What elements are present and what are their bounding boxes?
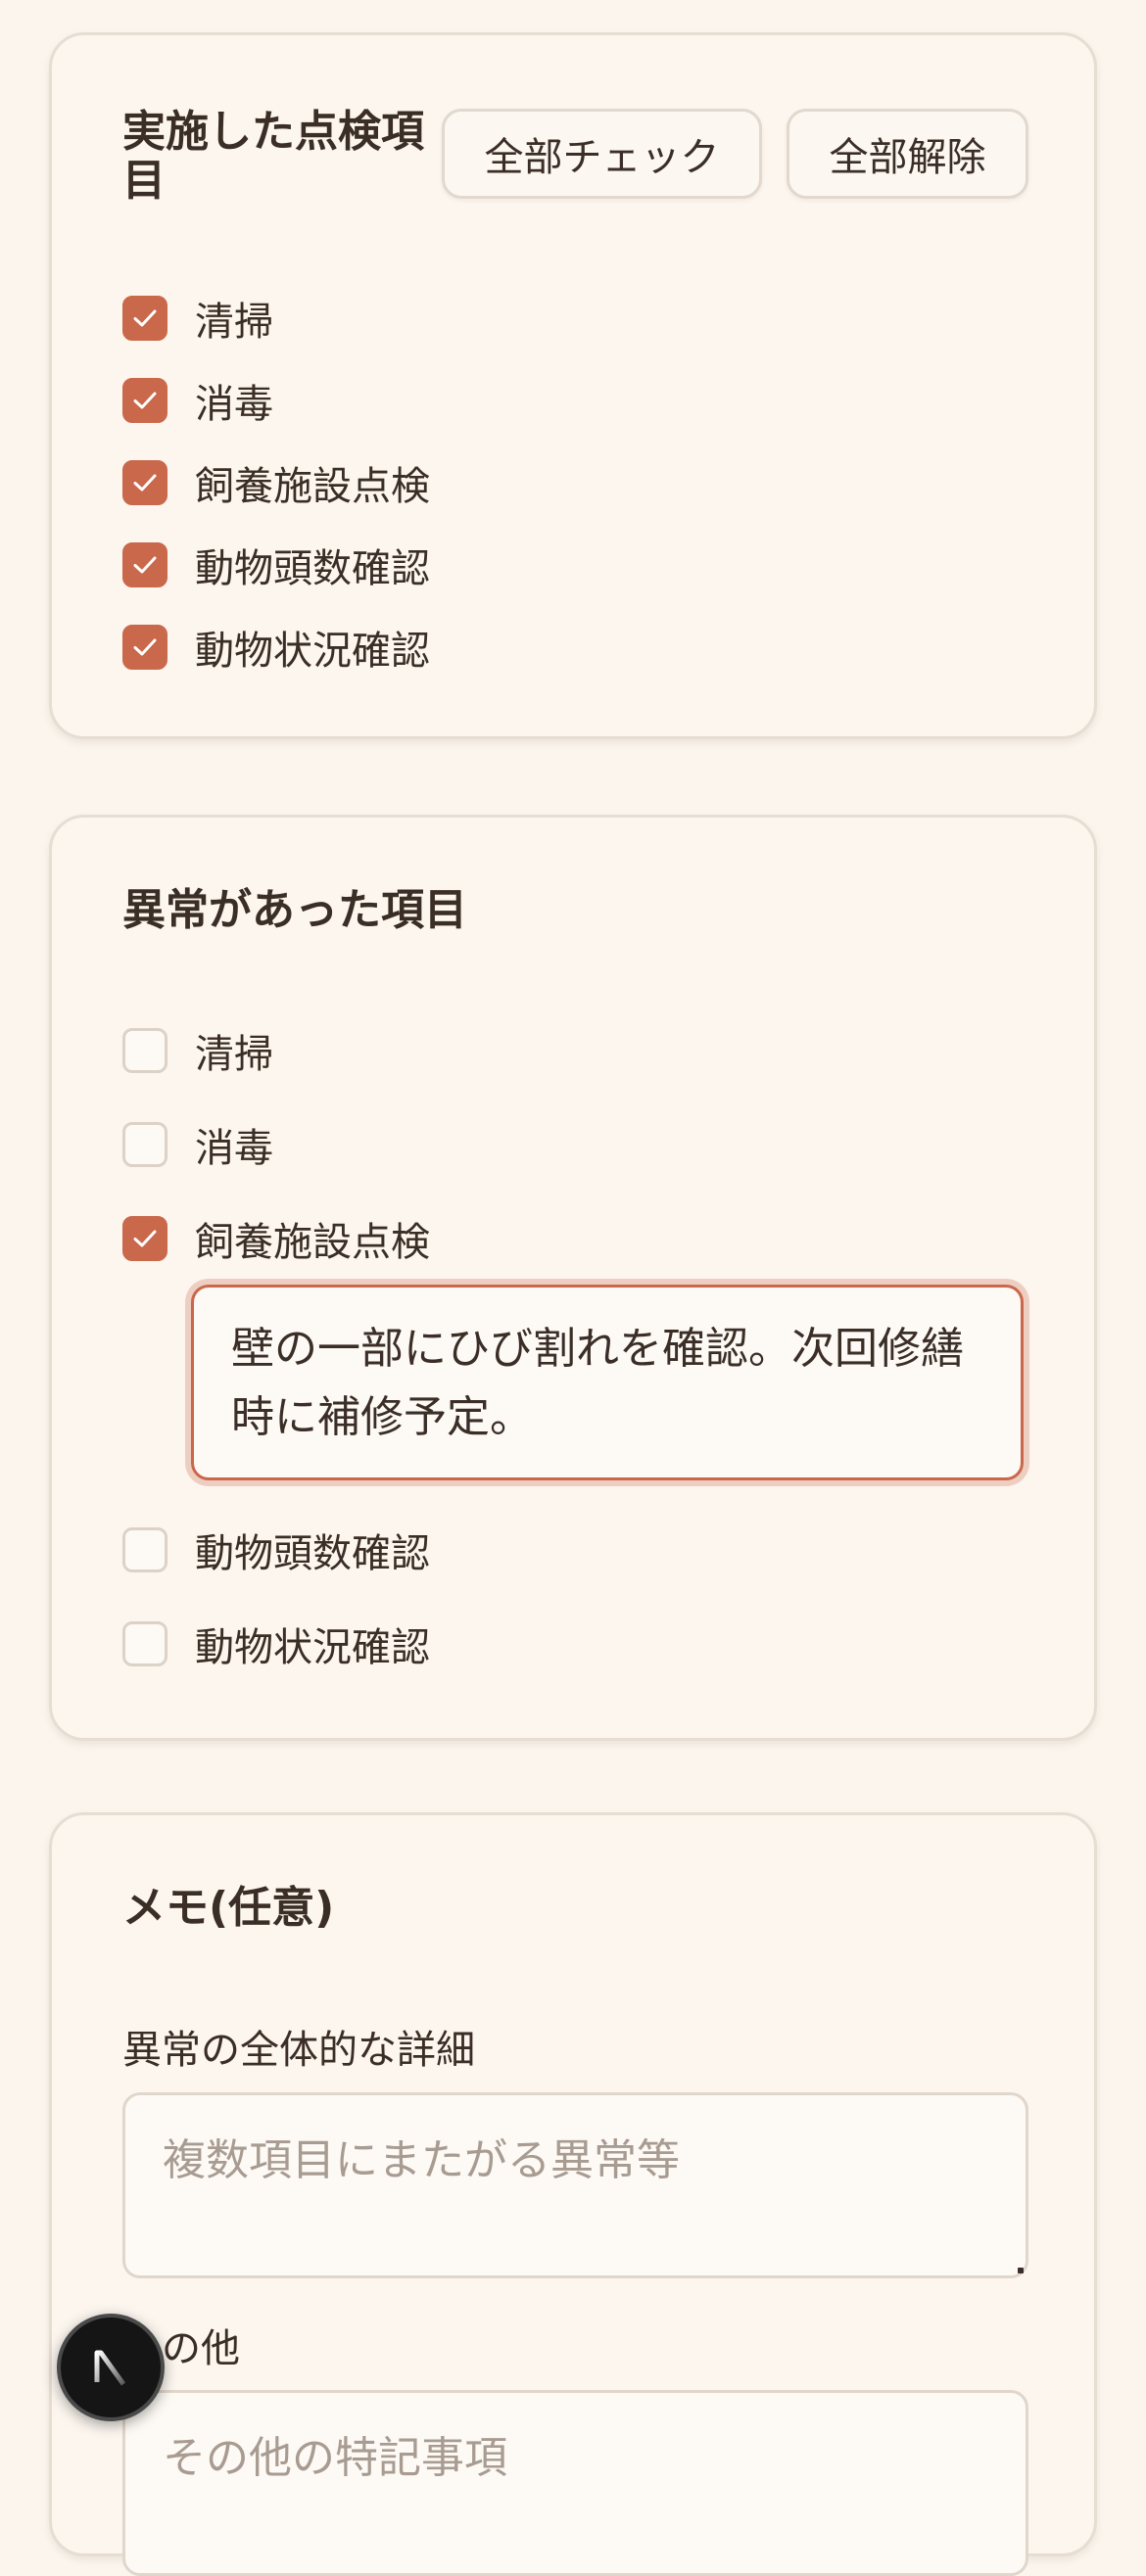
inspected-item-disinfection[interactable]: 消毒 <box>122 376 273 427</box>
inspected-item-label: 動物状況確認 <box>195 629 430 674</box>
inspected-item-label: 消毒 <box>195 382 273 427</box>
checkbox-checked-icon[interactable] <box>122 625 167 670</box>
check-all-button[interactable]: 全部チェック <box>442 109 762 199</box>
abnormal-item-label: 動物頭数確認 <box>195 1531 430 1576</box>
resize-handle-icon[interactable] <box>1018 2268 1024 2273</box>
inspected-item-facility-check[interactable]: 飼養施設点検 <box>122 458 430 509</box>
inspected-item-condition[interactable]: 動物状況確認 <box>122 623 430 674</box>
checkbox-checked-icon[interactable] <box>122 542 167 587</box>
inspected-item-cleaning[interactable]: 清掃 <box>122 294 273 345</box>
facility-check-note-input[interactable]: 壁の一部にひび割れを確認。次回修繕時に補修予定。 <box>191 1285 1024 1480</box>
inspected-item-label: 動物頭数確認 <box>195 546 430 591</box>
checkbox-checked-icon[interactable] <box>122 1216 167 1261</box>
inspected-item-label: 清掃 <box>195 300 273 345</box>
memo-other-textarea[interactable]: その他の特記事項 <box>122 2390 1028 2576</box>
memo-title: メモ(任意) <box>122 1883 335 1933</box>
memo-other-placeholder: その他の特記事項 <box>163 2433 507 2483</box>
abnormal-items-title: 異常があった項目 <box>122 885 467 935</box>
inspected-items-title: 実施した点検項目 <box>122 107 424 206</box>
nextjs-logo-icon <box>94 2350 126 2386</box>
inspected-item-label: 飼養施設点検 <box>195 464 430 509</box>
checkbox-unchecked-icon[interactable] <box>122 1122 167 1167</box>
abnormal-item-condition[interactable]: 動物状況確認 <box>122 1619 430 1670</box>
checkbox-checked-icon[interactable] <box>122 296 167 341</box>
inspected-item-headcount[interactable]: 動物頭数確認 <box>122 540 430 591</box>
abnormal-item-disinfection[interactable]: 消毒 <box>122 1120 273 1171</box>
inspected-items-card: 実施した点検項目 全部チェック 全部解除 清掃 消毒 飼養施設点検 動物頭数確認… <box>49 32 1097 739</box>
checkbox-checked-icon[interactable] <box>122 460 167 505</box>
uncheck-all-button[interactable]: 全部解除 <box>787 109 1028 199</box>
memo-detail-label: 異常の全体的な詳細 <box>122 2028 475 2073</box>
nextjs-dev-badge[interactable] <box>57 2314 165 2421</box>
checkbox-checked-icon[interactable] <box>122 378 167 423</box>
abnormal-item-label: 動物状況確認 <box>195 1625 430 1670</box>
memo-detail-textarea[interactable]: 複数項目にまたがる異常等 <box>122 2092 1028 2278</box>
checkbox-unchecked-icon[interactable] <box>122 1028 167 1073</box>
checkbox-unchecked-icon[interactable] <box>122 1621 167 1666</box>
abnormal-items-card: 異常があった項目 清掃 消毒 飼養施設点検 壁の一部にひび割れを確認。次回修繕時… <box>49 815 1097 1741</box>
abnormal-item-label: 清掃 <box>195 1032 273 1077</box>
checkbox-unchecked-icon[interactable] <box>122 1527 167 1572</box>
memo-detail-placeholder: 複数項目にまたがる異常等 <box>163 2135 680 2185</box>
memo-card: メモ(任意) 異常の全体的な詳細 複数項目にまたがる異常等 その他 その他の特記… <box>49 1812 1097 2576</box>
abnormal-item-label: 消毒 <box>195 1126 273 1171</box>
abnormal-item-cleaning[interactable]: 清掃 <box>122 1026 273 1077</box>
abnormal-item-headcount[interactable]: 動物頭数確認 <box>122 1525 430 1576</box>
abnormal-item-label: 飼養施設点検 <box>195 1220 430 1265</box>
abnormal-item-facility-check[interactable]: 飼養施設点検 <box>122 1214 430 1265</box>
